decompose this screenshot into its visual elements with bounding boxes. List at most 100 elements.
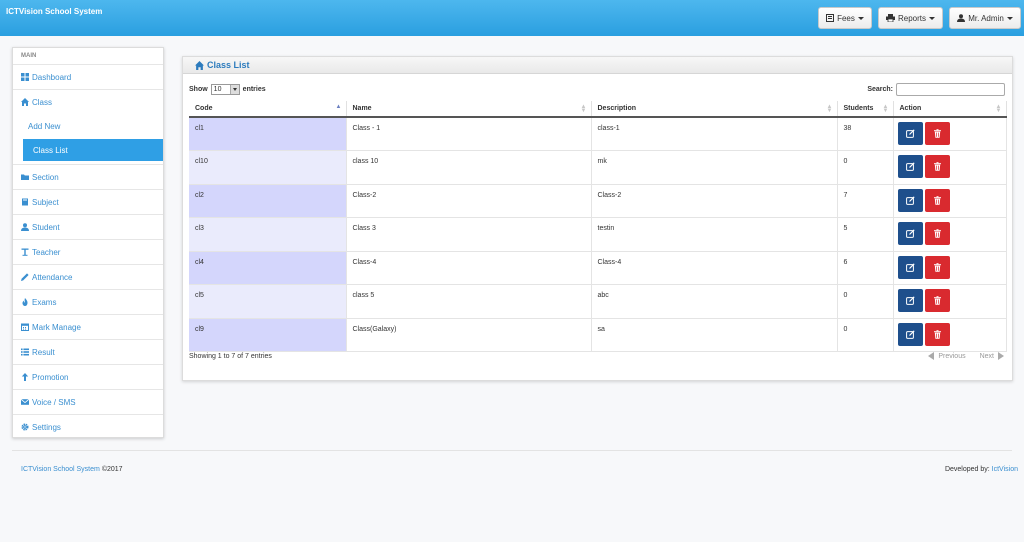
sidebar-item-teacher[interactable]: Teacher [13,239,163,264]
delete-button[interactable] [924,289,950,312]
sidebar-subitem-add-new[interactable]: Add New [13,114,163,139]
reports-button[interactable]: Reports [878,7,943,29]
cell-description: abc [591,284,838,319]
sidebar-item-label: Teacher [32,247,61,257]
table-row: cl9 Class(Galaxy) sa 0 [189,318,1007,352]
user-icon [957,14,966,22]
delete-button[interactable] [924,255,950,279]
column-header-action[interactable]: Action ▲ ▼ [893,101,1007,118]
table-row: cl4 Class-4 Class-4 6 [189,251,1007,285]
dashboard-icon [21,73,29,81]
sidebar-item-promotion[interactable]: Promotion [13,364,163,389]
entries-label: entries [242,86,266,93]
edit-button[interactable] [897,255,923,279]
sidebar-item-class[interactable]: Class [13,89,163,114]
top-navbar: ICTVision School System Fees Reports Mr.… [0,0,1024,36]
home-icon [195,60,204,70]
cell-code: cl4 [189,251,347,285]
search-control: Search: [867,83,1005,96]
cell-description: sa [591,318,838,352]
column-header-code[interactable]: Code ▲ [189,101,347,118]
user-icon [21,223,29,231]
sidebar-item-label: Subject [32,197,59,207]
panel-header: Class List [183,57,1012,74]
sidebar-item-label: Section [32,172,59,182]
edit-button[interactable] [897,122,923,145]
sidebar-item-section[interactable]: Section [13,164,163,189]
table-row: cl1 Class - 1 class-1 38 [189,117,1007,151]
cell-code: cl3 [189,217,347,252]
previous-arrow-icon[interactable] [928,352,935,360]
sidebar-item-label: Class [32,97,53,107]
show-label: Show [189,86,208,93]
cell-description: testin [591,217,838,252]
sidebar-item-settings[interactable]: Settings [13,414,163,439]
sort-asc-icon: ▲ [335,104,342,110]
cell-name: Class-4 [346,251,592,285]
sidebar-item-voice-sms[interactable]: Voice / SMS [13,389,163,414]
calendar-icon [21,323,29,331]
fire-icon [22,298,28,306]
sidebar-item-label: Exams [32,297,57,307]
sidebar-item-attendance[interactable]: Attendance [13,264,163,289]
search-label: Search: [867,86,893,93]
cell-action [893,217,1007,252]
next-arrow-icon[interactable] [998,352,1004,360]
delete-button[interactable] [924,188,950,212]
sidebar-subitem-label: Add New [28,122,61,131]
column-header-description[interactable]: Description ▲ ▼ [591,101,838,118]
edit-button[interactable] [897,155,923,178]
edit-button[interactable] [897,222,923,245]
sort-icon: ▲ ▼ [882,104,889,114]
sidebar: MAIN Dashboard Class Add New Class List … [12,47,164,438]
cell-students: 38 [837,117,894,151]
app-title[interactable]: ICTVision School System [6,7,102,16]
gear-icon [21,423,29,431]
edit-button[interactable] [897,322,923,346]
sidebar-item-mark-manage[interactable]: Mark Manage [13,314,163,339]
delete-button[interactable] [924,122,950,145]
edit-button[interactable] [897,289,923,312]
sort-icon: ▲ ▼ [995,104,1002,114]
sidebar-item-student[interactable]: Student [13,214,163,239]
sidebar-item-subject[interactable]: Subject [13,189,163,214]
sidebar-subitem-label: Class List [33,145,68,155]
sidebar-item-label: Student [32,222,60,232]
delete-button[interactable] [924,322,950,346]
cell-code: cl10 [189,150,347,185]
edit-button[interactable] [897,188,923,212]
cell-action [893,284,1007,319]
sidebar-item-label: Mark Manage [32,322,81,332]
cell-description: Class-2 [591,184,838,218]
cell-name: class 5 [346,284,592,319]
fees-label: Fees [837,13,855,23]
column-header-students[interactable]: Students ▲ ▼ [837,101,894,118]
cell-description: class-1 [591,117,838,151]
page-size-select[interactable]: 10 [210,84,240,95]
sidebar-item-label: Result [32,347,55,357]
user-menu-button[interactable]: Mr. Admin [949,7,1021,29]
sidebar-item-result[interactable]: Result [13,339,163,364]
cell-students: 0 [837,318,894,352]
cell-code: cl9 [189,318,347,352]
footer-brand: ICTVision School System ©2017 [21,466,123,473]
fees-button[interactable]: Fees [818,7,872,29]
panel-title: Class List [207,60,250,70]
footer-developer-link[interactable]: IctVision [992,466,1018,473]
sidebar-item-label: Voice / SMS [32,397,76,407]
sidebar-item-exams[interactable]: Exams [13,289,163,314]
search-input[interactable] [896,83,1005,96]
sidebar-subitem-class-list[interactable]: Class List [23,139,163,161]
footer-brand-link[interactable]: ICTVision School System [21,466,100,473]
cell-code: cl2 [189,184,347,218]
footer-developer: Developed by: IctVision [945,466,1018,473]
next-button[interactable]: Next [980,353,994,360]
delete-button[interactable] [924,222,950,245]
column-header-name[interactable]: Name ▲ ▼ [346,101,592,118]
list-icon [826,14,835,22]
previous-button[interactable]: Previous [938,353,965,360]
class-list-panel: Class List Show 10 entries Search: Code ▲… [182,56,1013,381]
pencil-icon [21,273,29,281]
delete-button[interactable] [924,155,950,178]
sidebar-item-dashboard[interactable]: Dashboard [13,64,163,89]
